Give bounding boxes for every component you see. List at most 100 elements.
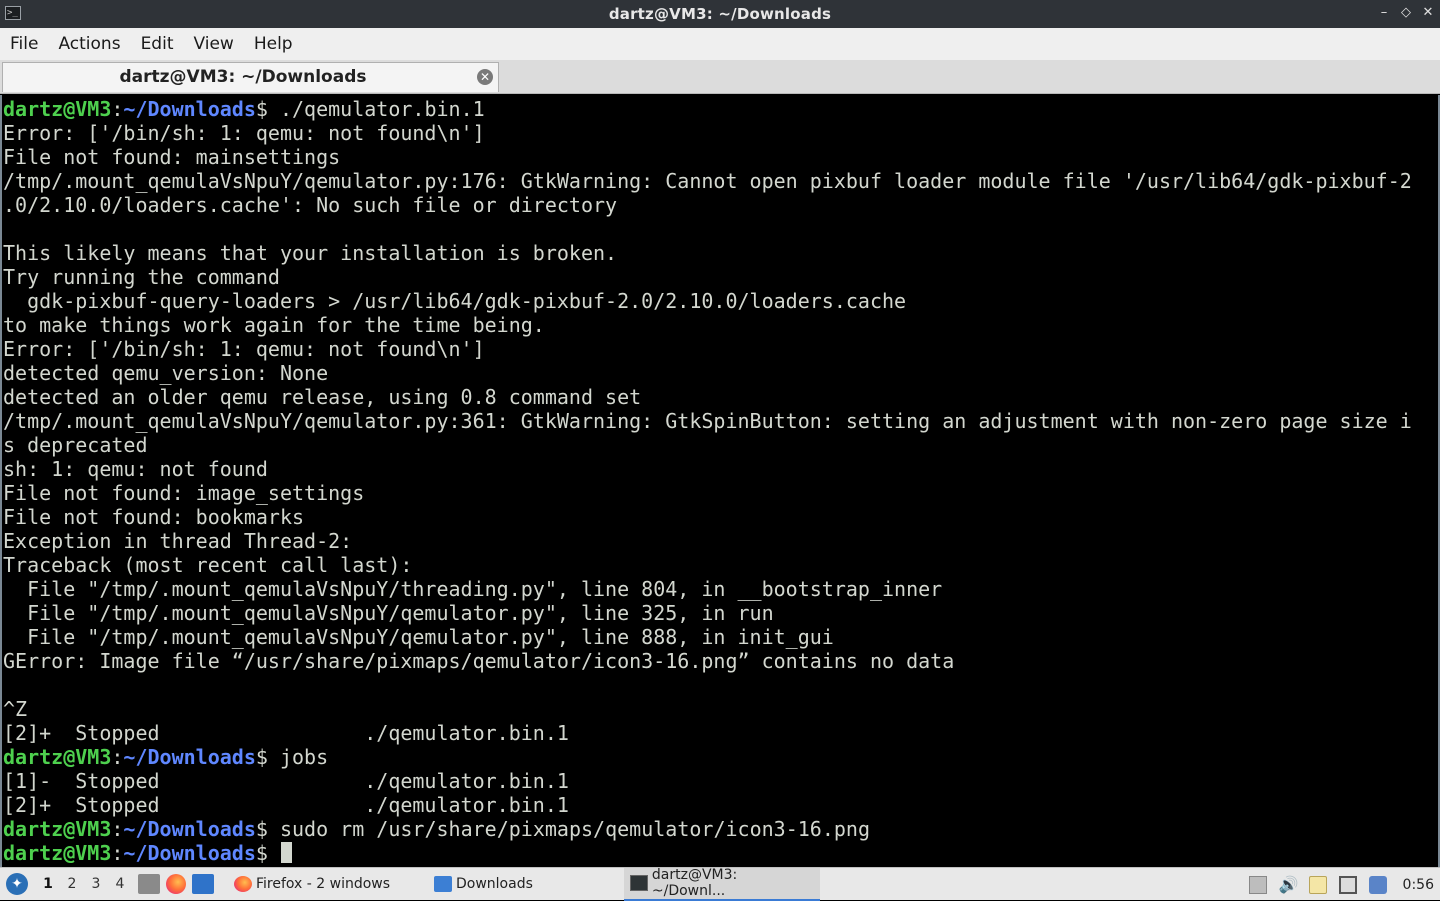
output-text: GError: Image file “/usr/share/pixmaps/q… [3,649,955,673]
output-text: gdk-pixbuf-query-loaders > /usr/lib64/gd… [3,289,907,313]
menu-edit[interactable]: Edit [131,28,184,60]
output-text: File "/tmp/.mount_qemulaVsNpuY/qemulator… [3,601,774,625]
prompt-path: ~/Downloads [123,841,256,865]
prompt-colon: : [111,841,124,865]
output-text: File not found: image_settings [3,481,365,505]
output-line: to make things work again for the time b… [3,313,1412,337]
prompt-line: dartz@VM3:~/Downloads$ ./qemulator.bin.1 [3,97,1412,121]
terminal-app-icon[interactable]: >_ [5,6,21,20]
output-text: sh: 1: qemu: not found [3,457,268,481]
workspace-4[interactable]: 4 [108,876,132,892]
tab-close-icon[interactable]: ✕ [477,69,493,85]
output-line: File not found: mainsettings [3,145,1412,169]
output-line: Exception in thread Thread-2: [3,529,1412,553]
tab-bar: dartz@VM3: ~/Downloads ✕ [0,60,1440,94]
prompt-symbol: $ [255,817,280,841]
output-line: File "/tmp/.mount_qemulaVsNpuY/qemulator… [3,601,1412,625]
command-text: jobs [279,745,329,769]
show-desktop-icon[interactable] [192,874,214,894]
prompt-path: ~/Downloads [123,97,256,121]
output-text: File "/tmp/.mount_qemulaVsNpuY/threading… [3,577,943,601]
task-firefox[interactable]: Firefox - 2 windows [228,868,428,901]
prompt-line: dartz@VM3:~/Downloads$ [3,841,1412,865]
menu-file[interactable]: File [0,28,48,60]
output-line: GError: Image file “/usr/share/pixmaps/q… [3,649,1412,673]
close-icon[interactable]: ✕ [1422,4,1434,22]
output-line: /tmp/.mount_qemulaVsNpuY/qemulator.py:36… [3,409,1412,433]
terminal-icon [630,875,648,891]
output-text: ^Z [3,697,28,721]
prompt-user-host: dartz@VM3 [3,817,112,841]
output-line: /tmp/.mount_qemulaVsNpuY/qemulator.py:17… [3,169,1412,193]
task-label: Downloads [456,876,533,892]
folder-icon [434,876,452,892]
output-text: This likely means that your installation… [3,241,618,265]
menu-view[interactable]: View [183,28,243,60]
tab-label: dartz@VM3: ~/Downloads [119,67,367,87]
output-text: detected qemu_version: None [3,361,329,385]
output-line: File not found: bookmarks [3,505,1412,529]
output-text: [2]+ Stopped ./qemulator.bin.1 [3,793,569,817]
prompt-colon: : [111,817,124,841]
prompt-line: dartz@VM3:~/Downloads$ sudo rm /usr/shar… [3,817,1412,841]
output-text: Error: ['/bin/sh: 1: qemu: not found\n'] [3,121,485,145]
task-list: Firefox - 2 windows Downloads dartz@VM3:… [228,867,820,901]
output-text: [2]+ Stopped ./qemulator.bin.1 [3,721,569,745]
maximize-icon[interactable]: ◇ [1400,4,1412,22]
output-line: s deprecated [3,433,1412,457]
workspace-3[interactable]: 3 [84,876,108,892]
prompt-user-host: dartz@VM3 [3,97,112,121]
menu-help[interactable]: Help [244,28,303,60]
eject-icon[interactable] [1248,875,1267,894]
output-line: .0/2.10.0/loaders.cache': No such file o… [3,193,1412,217]
command-text: ./qemulator.bin.1 [279,97,485,121]
output-line: File not found: image_settings [3,481,1412,505]
tab-terminal[interactable]: dartz@VM3: ~/Downloads ✕ [2,62,499,92]
output-line: ^Z [3,697,1412,721]
output-line: gdk-pixbuf-query-loaders > /usr/lib64/gd… [3,289,1412,313]
output-line: Error: ['/bin/sh: 1: qemu: not found\n'] [3,337,1412,361]
firefox-icon [234,876,252,892]
output-text: Traceback (most recent call last): [3,553,413,577]
output-line: detected qemu_version: None [3,361,1412,385]
prompt-colon: : [111,745,124,769]
output-text: Exception in thread Thread-2: [3,529,353,553]
output-line: detected an older qemu release, using 0.… [3,385,1412,409]
terminal-output: dartz@VM3:~/Downloads$ ./qemulator.bin.1… [3,97,1412,865]
clock[interactable]: 0:56 [1403,877,1434,893]
volume-icon[interactable]: 🔊 [1279,875,1299,894]
file-manager-icon[interactable] [138,874,160,894]
terminal-view[interactable]: dartz@VM3:~/Downloads$ ./qemulator.bin.1… [0,95,1440,867]
output-text: File not found: mainsettings [3,145,341,169]
output-line: [1]- Stopped ./qemulator.bin.1 [3,769,1412,793]
output-text: [1]- Stopped ./qemulator.bin.1 [3,769,569,793]
prompt-line: dartz@VM3:~/Downloads$ jobs [3,745,1412,769]
command-text: sudo rm /usr/share/pixmaps/qemulator/ico… [279,817,870,841]
prompt-user-host: dartz@VM3 [3,841,112,865]
clipboard-icon[interactable] [1308,875,1327,894]
output-text: File "/tmp/.mount_qemulaVsNpuY/qemulator… [3,625,834,649]
workspace-2[interactable]: 2 [60,876,84,892]
window-titlebar[interactable]: >_ dartz@VM3: ~/Downloads – ◇ ✕ [0,0,1440,28]
task-downloads[interactable]: Downloads [428,868,624,901]
network-icon[interactable] [1338,875,1357,894]
update-icon[interactable] [1368,875,1387,894]
prompt-user-host: dartz@VM3 [3,745,112,769]
prompt-symbol: $ [255,97,280,121]
window-controls: – ◇ ✕ [1378,4,1434,22]
start-menu-icon[interactable]: ✦ [6,873,28,895]
output-text: to make things work again for the time b… [3,313,545,337]
firefox-icon[interactable] [166,874,186,894]
workspace-1[interactable]: 1 [36,876,60,892]
minimize-icon[interactable]: – [1378,4,1390,22]
output-text: .0/2.10.0/loaders.cache': No such file o… [3,193,618,217]
menu-actions[interactable]: Actions [48,28,130,60]
output-line: This likely means that your installation… [3,241,1412,265]
output-line: File "/tmp/.mount_qemulaVsNpuY/qemulator… [3,625,1412,649]
prompt-symbol: $ [255,841,280,865]
task-label: Firefox - 2 windows [256,876,391,892]
task-terminal[interactable]: dartz@VM3: ~/Downl... [624,867,820,901]
prompt-path: ~/Downloads [123,745,256,769]
